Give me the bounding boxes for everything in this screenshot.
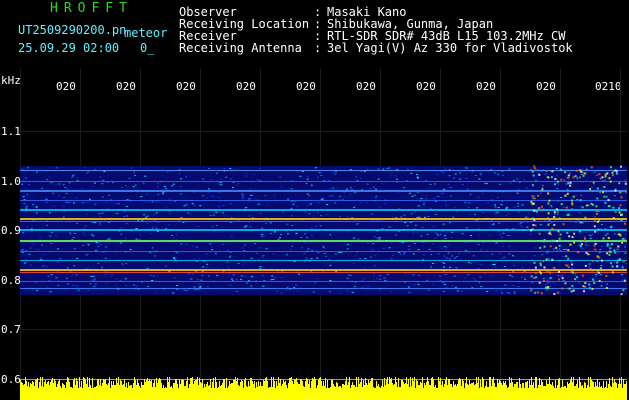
y-tick-0.7: 0.7 bbox=[1, 323, 21, 336]
y-tick-1.1: 1.1 bbox=[1, 125, 21, 138]
station-title: HROFFT bbox=[50, 1, 133, 16]
signal-level-bars bbox=[20, 377, 627, 400]
filename-label: UT2509290200.pn bbox=[18, 23, 127, 37]
sep-4: : bbox=[314, 41, 322, 55]
y-tick-0.6: 0.6 bbox=[1, 373, 21, 386]
spectrogram-canvas bbox=[20, 69, 627, 400]
antenna-value: 3el Yagi(V) Az 330 for Vladivostok bbox=[327, 41, 573, 55]
spectrogram-plot bbox=[20, 69, 627, 400]
datetime-label: 25.09.29 02:00 bbox=[18, 41, 120, 55]
mode-label: meteor bbox=[124, 26, 168, 40]
antenna-label: Receiving Antenna bbox=[179, 41, 302, 55]
y-tick-0.9: 0.9 bbox=[1, 224, 21, 237]
y-tick-0.8: 0.8 bbox=[1, 274, 21, 287]
y-unit-label: kHz bbox=[1, 74, 21, 87]
y-tick-1.0: 1.0 bbox=[1, 175, 21, 188]
counter-label: 0_ bbox=[140, 41, 155, 55]
